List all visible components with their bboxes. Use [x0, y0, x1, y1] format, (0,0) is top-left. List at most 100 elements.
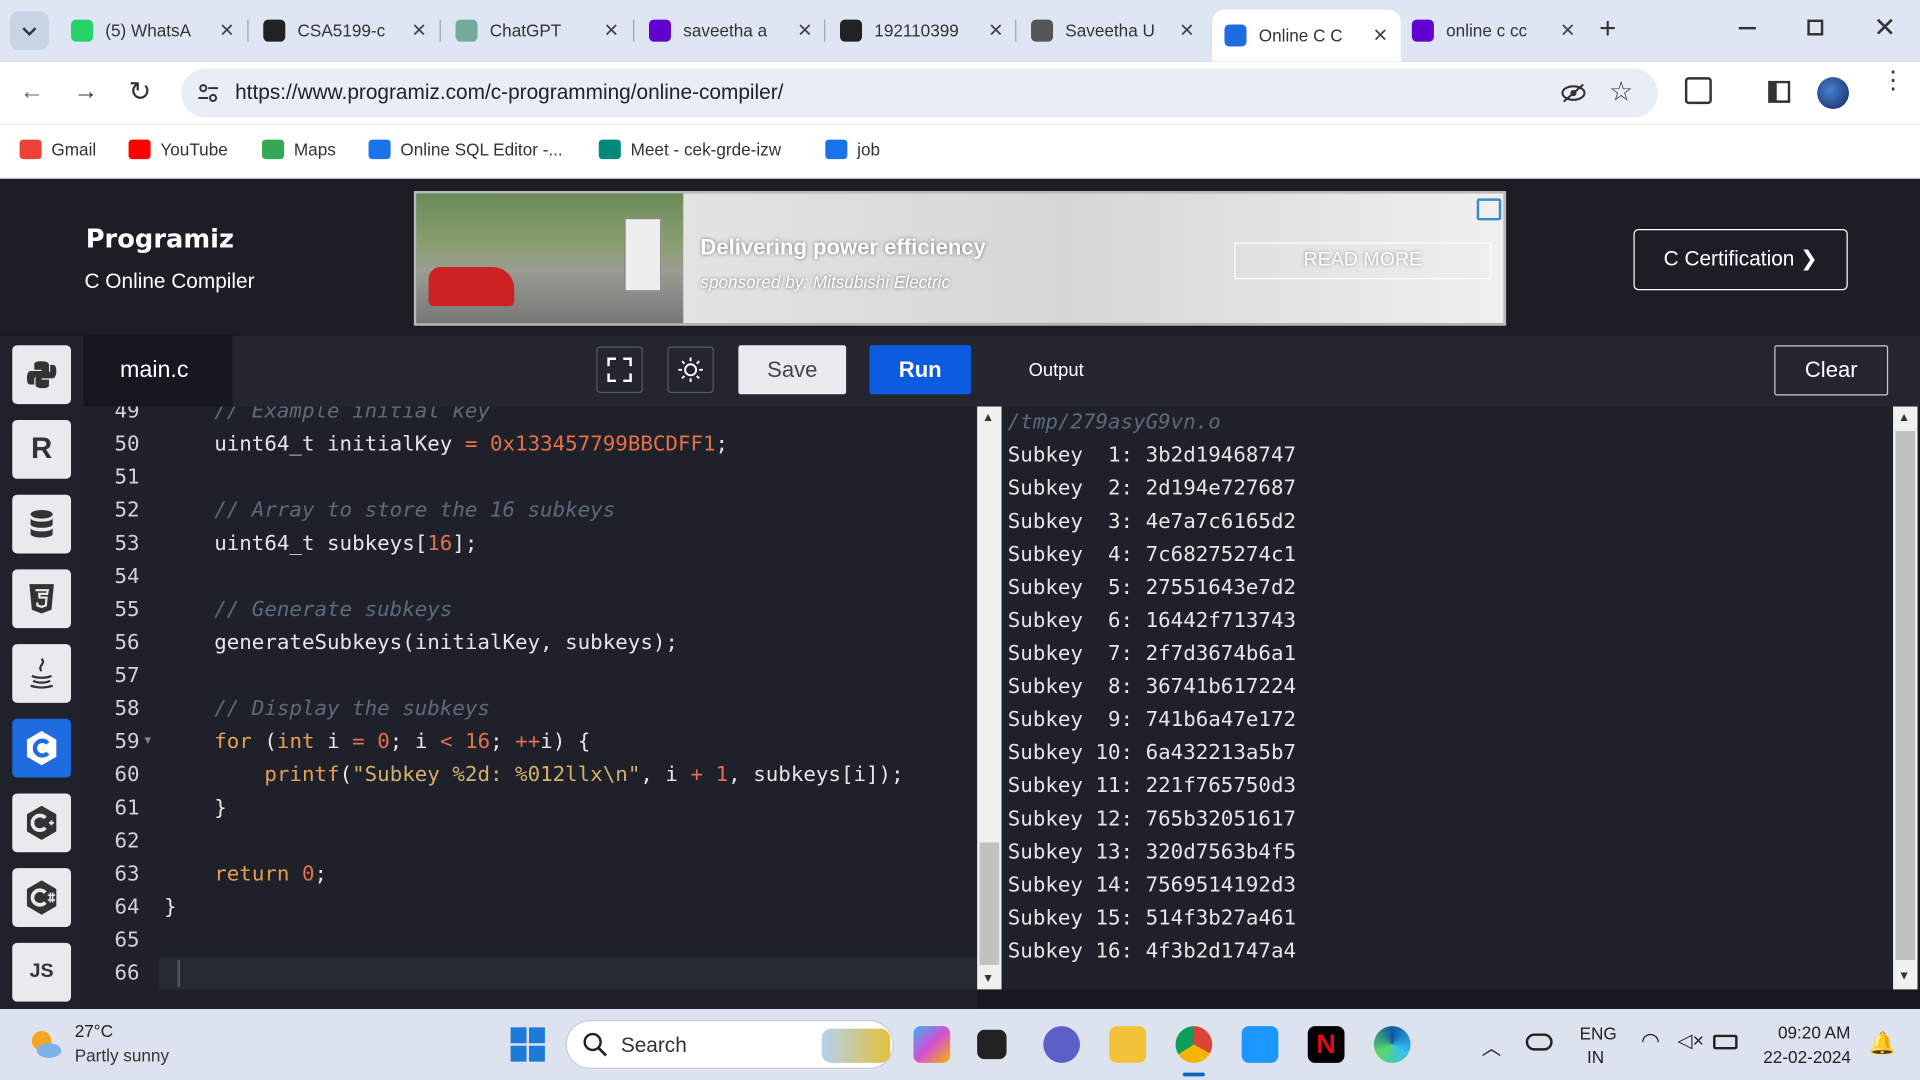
close-tab-icon[interactable]: ✕: [1179, 20, 1194, 42]
browser-tab[interactable]: saveetha a ✕: [648, 10, 813, 52]
line-number: 66: [114, 961, 140, 986]
edge-icon[interactable]: [1373, 1026, 1411, 1063]
profile-avatar[interactable]: [1817, 77, 1849, 109]
extensions-icon[interactable]: [1684, 77, 1712, 105]
output-console[interactable]: /tmp/279asyG9vn.o Subkey 1: 3b2d19468747…: [1001, 406, 1894, 990]
netflix-icon[interactable]: N: [1307, 1026, 1345, 1063]
prime-video-icon[interactable]: [1241, 1026, 1279, 1063]
browser-tab[interactable]: online c cc ✕: [1411, 10, 1575, 52]
browser-tab[interactable]: Online C C ✕: [1212, 9, 1401, 62]
js-lang-button[interactable]: JS: [12, 942, 72, 1002]
tab-search-button[interactable]: [9, 11, 49, 51]
sql-editor-icon: [368, 139, 391, 160]
ad-headline: Delivering power efficiency: [700, 235, 986, 260]
onedrive-cloud-icon[interactable]: [1525, 1033, 1553, 1051]
close-tab-icon[interactable]: ✕: [1373, 24, 1388, 47]
close-window-button[interactable]: ✕: [1873, 12, 1896, 44]
theme-toggle-button[interactable]: [667, 346, 714, 394]
notification-bell-icon[interactable]: 🔔: [1869, 1031, 1896, 1057]
browser-tab[interactable]: ChatGPT ✕: [455, 10, 619, 52]
bookmark-item[interactable]: Maps: [262, 139, 336, 160]
close-tab-icon[interactable]: ✕: [988, 20, 1003, 42]
clear-button[interactable]: Clear: [1774, 345, 1889, 396]
fold-arrow-icon[interactable]: ▼: [144, 735, 151, 747]
weather-temp: 27°C: [74, 1021, 113, 1041]
html-lang-button[interactable]: [12, 569, 72, 629]
code-line: generateSubkeys(initialKey, subkeys);: [164, 630, 678, 656]
language-indicator-top[interactable]: ENG: [1580, 1024, 1617, 1044]
taskbar-search[interactable]: Search: [565, 1020, 894, 1069]
bookmark-item[interactable]: Gmail: [19, 139, 96, 160]
csharp-lang-button[interactable]: [12, 868, 72, 927]
browser-tab[interactable]: Saveetha U ✕: [1031, 10, 1195, 52]
back-button[interactable]: ←: [20, 78, 44, 106]
output-line: Subkey 4: 7c68275274c1: [1007, 542, 1297, 567]
minimize-button[interactable]: [1738, 26, 1756, 30]
weather-widget[interactable]: 27°C Partly sunny: [24, 1021, 195, 1070]
java-lang-button[interactable]: [12, 644, 72, 703]
file-explorer-icon[interactable]: [1109, 1026, 1147, 1063]
close-tab-icon[interactable]: ✕: [1560, 20, 1575, 42]
menu-kebab-icon[interactable]: ⋮: [1881, 69, 1905, 93]
close-tab-icon[interactable]: ✕: [411, 20, 426, 42]
weather-desc: Partly sunny: [74, 1045, 170, 1066]
code-editor[interactable]: 49 50 51 52 53 54 55 56 57 58 59 60 61 62 63 64 65 66 // …: [83, 406, 978, 1009]
task-view-icon[interactable]: [977, 1029, 1007, 1060]
bookmark-item[interactable]: YouTube: [128, 139, 228, 160]
restore-button[interactable]: [1807, 19, 1824, 36]
bookmark-star-icon[interactable]: ☆: [1609, 76, 1633, 108]
reload-button[interactable]: ↻: [129, 76, 152, 108]
c-certification-button[interactable]: C Certification ❯: [1633, 228, 1848, 291]
side-panel-icon[interactable]: [1768, 80, 1791, 103]
url-text[interactable]: https://www.programiz.com/c-programming/…: [235, 81, 783, 105]
cpp-lang-button[interactable]: [12, 793, 72, 853]
python-lang-button[interactable]: [12, 345, 72, 405]
r-lang-button[interactable]: R: [12, 420, 72, 479]
ad-sponsor: sponsored by: Mitsubishi Electric: [700, 271, 951, 292]
browser-tab[interactable]: CSA5199-c ✕: [263, 10, 427, 52]
adchoices-icon[interactable]: [1476, 198, 1502, 221]
editor-scrollbar[interactable]: ▲ ▼: [977, 406, 1002, 990]
copilot-app-icon[interactable]: [913, 1026, 951, 1063]
bookmarks-bar: Gmail YouTube Maps Online SQL Editor -... Me…: [0, 124, 1920, 179]
site-info-icon[interactable]: [196, 81, 220, 105]
forward-button[interactable]: →: [73, 78, 97, 106]
wifi-icon[interactable]: ◠: [1641, 1029, 1660, 1055]
file-tab-main-c[interactable]: main.c: [83, 335, 233, 407]
ad-read-more-button[interactable]: READ MORE: [1234, 242, 1492, 280]
advertisement-banner[interactable]: Delivering power efficiency sponsored by…: [413, 191, 1507, 326]
close-tab-icon[interactable]: ✕: [219, 20, 234, 42]
show-hidden-icons-chevron[interactable]: ︿: [1482, 1031, 1502, 1060]
bookmark-item[interactable]: Online SQL Editor -...: [368, 139, 563, 160]
teams-chat-icon[interactable]: [1043, 1026, 1081, 1063]
clock-date[interactable]: 22-02-2024: [1763, 1047, 1851, 1067]
start-button[interactable]: [509, 1026, 546, 1063]
address-bar[interactable]: https://www.programiz.com/c-programming/…: [181, 68, 1658, 118]
save-button[interactable]: Save: [738, 345, 847, 395]
programiz-logo[interactable]: Programiz: [86, 224, 234, 253]
chrome-taskbar-icon[interactable]: [1175, 1026, 1213, 1063]
eye-off-icon[interactable]: [1560, 80, 1587, 107]
partly-sunny-icon: [27, 1026, 64, 1063]
close-tab-icon[interactable]: ✕: [604, 20, 619, 42]
language-indicator-bottom[interactable]: IN: [1587, 1047, 1604, 1067]
output-scroll-thumb[interactable]: [1895, 431, 1916, 961]
new-tab-button[interactable]: +: [1599, 12, 1616, 46]
run-button[interactable]: Run: [869, 345, 972, 395]
close-tab-icon[interactable]: ✕: [797, 20, 812, 42]
output-line: Subkey 1: 3b2d19468747: [1007, 443, 1297, 468]
sql-lang-button[interactable]: [12, 494, 72, 554]
tab-title: CSA5199-c: [297, 20, 386, 41]
clock-time[interactable]: 09:20 AM: [1778, 1022, 1850, 1042]
fullscreen-button[interactable]: [596, 346, 643, 394]
bookmark-item[interactable]: Meet - cek-grde-izw: [598, 139, 781, 160]
browser-tab[interactable]: (5) WhatsA ✕: [71, 10, 235, 52]
volume-muted-icon[interactable]: ◁×: [1678, 1029, 1705, 1053]
c-lang-button[interactable]: [12, 718, 72, 778]
output-scrollbar[interactable]: ▲ ▼: [1893, 406, 1918, 990]
output-line: Subkey 2: 2d194e727687: [1007, 476, 1297, 501]
browser-tab[interactable]: 192110399 ✕: [840, 10, 1004, 52]
editor-scroll-thumb[interactable]: [979, 842, 1000, 965]
battery-icon[interactable]: [1713, 1034, 1738, 1050]
bookmark-item[interactable]: job: [825, 139, 880, 160]
